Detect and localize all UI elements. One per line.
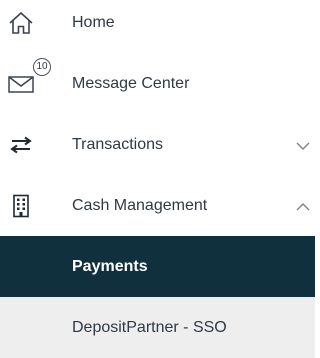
submenu-item-payments[interactable]: Payments [0, 236, 315, 297]
nav-item-message-center[interactable]: 10 Message Center [0, 53, 315, 114]
building-icon [6, 193, 36, 219]
envelope-icon [6, 71, 36, 97]
nav-item-cash-management[interactable]: Cash Management [0, 175, 315, 236]
nav-item-label: Transactions [72, 135, 163, 153]
submenu-item-label: DepositPartner - SSO [72, 318, 227, 336]
nav-item-label: Home [72, 13, 115, 31]
nav-item-home[interactable]: Home [0, 0, 315, 53]
home-icon [6, 10, 36, 36]
chevron-up-icon [295, 200, 311, 212]
submenu-item-depositpartner-sso[interactable]: DepositPartner - SSO [0, 297, 315, 358]
nav-item-label: Cash Management [72, 196, 208, 214]
nav-item-transactions[interactable]: Transactions [0, 114, 315, 175]
chevron-down-icon [295, 139, 311, 151]
side-navigation: Home 10 Message Center Transactions Cash… [0, 0, 315, 358]
unread-count-badge: 10 [33, 58, 51, 76]
nav-item-label: Message Center [72, 74, 190, 92]
transfer-arrows-icon [6, 132, 36, 158]
submenu-item-label: Payments [72, 257, 148, 275]
